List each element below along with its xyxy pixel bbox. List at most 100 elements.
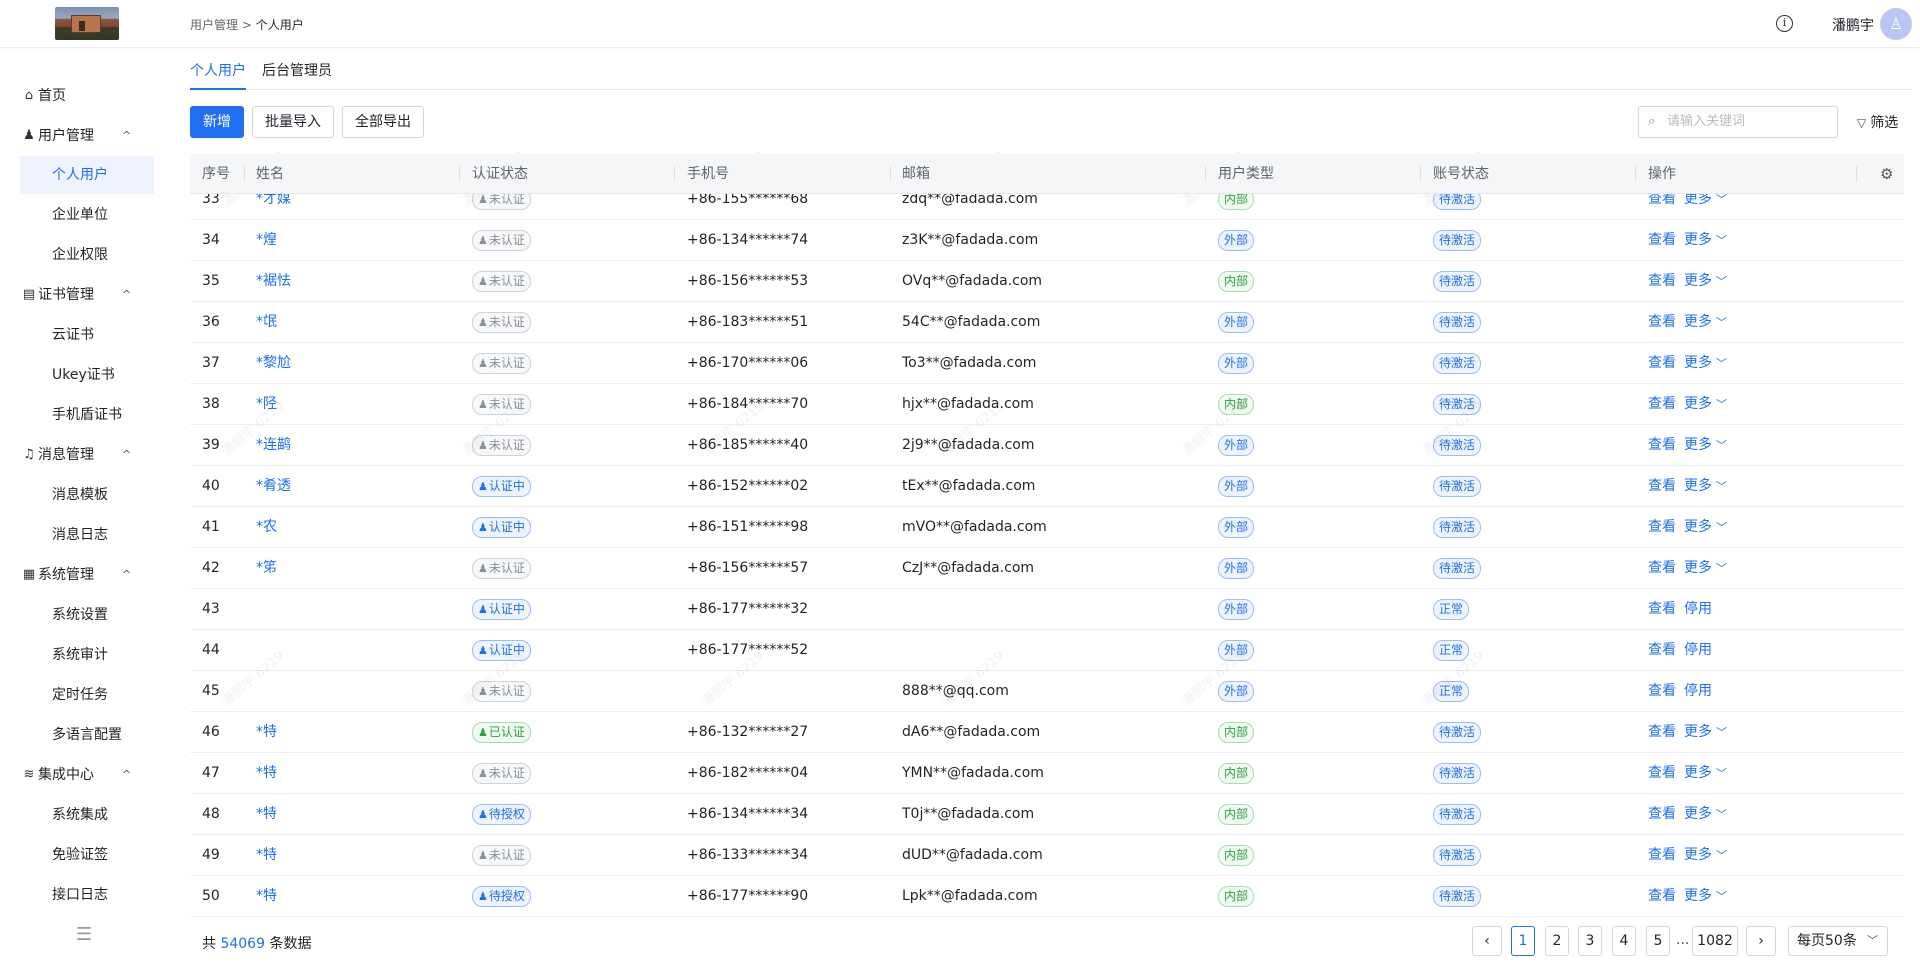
- sidebar-item-home[interactable]: ⌂ 首页: [20, 77, 154, 115]
- page-5-button[interactable]: 5: [1646, 926, 1670, 956]
- view-link[interactable]: 查看: [1648, 630, 1676, 670]
- view-link[interactable]: 查看: [1648, 753, 1676, 793]
- sidebar-group-user-management[interactable]: ♟ 用户管理 ^: [20, 117, 154, 155]
- user-name-link[interactable]: *裾怯: [256, 261, 291, 301]
- view-link[interactable]: 查看: [1648, 876, 1676, 916]
- more-menu-link[interactable]: 更多 ﹀: [1684, 384, 1727, 425]
- page-4-button[interactable]: 4: [1612, 926, 1636, 956]
- page-size-select[interactable]: 每页50条 ﹀: [1788, 926, 1888, 956]
- sidebar-group-certificates[interactable]: ▤ 证书管理 ^: [20, 276, 154, 314]
- more-menu-link[interactable]: 更多 ﹀: [1684, 220, 1727, 261]
- sidebar-item-system-audit[interactable]: 系统审计: [20, 636, 154, 674]
- sidebar-item-cloud-cert[interactable]: 云证书: [20, 316, 154, 354]
- sidebar-item-enterprise-permissions[interactable]: 企业权限: [20, 236, 154, 274]
- view-link[interactable]: 查看: [1648, 302, 1676, 342]
- user-name-link[interactable]: *黎尬: [256, 343, 291, 383]
- sidebar-item-label: 消息管理: [38, 447, 94, 463]
- view-link[interactable]: 查看: [1648, 548, 1676, 588]
- search-input[interactable]: ⌕ 请输入关键词: [1638, 106, 1838, 138]
- user-name-link[interactable]: *特: [256, 712, 277, 752]
- gear-icon[interactable]: ⚙: [1880, 165, 1893, 183]
- more-menu-link[interactable]: 更多 ﹀: [1684, 753, 1727, 794]
- last-page-button[interactable]: 1082: [1692, 926, 1738, 956]
- more-menu-link[interactable]: 更多 ﹀: [1684, 466, 1727, 507]
- sidebar-item-scheduled-tasks[interactable]: 定时任务: [20, 676, 154, 714]
- user-name-link[interactable]: *特: [256, 835, 277, 875]
- sidebar-group-integration[interactable]: ≋ 集成中心 ^: [20, 756, 154, 794]
- page-3-button[interactable]: 3: [1578, 926, 1602, 956]
- view-link[interactable]: 查看: [1648, 466, 1676, 506]
- user-name-link[interactable]: *连鹋: [256, 425, 291, 465]
- page-1-button[interactable]: 1: [1511, 926, 1535, 956]
- more-menu-link[interactable]: 更多 ﹀: [1684, 302, 1727, 343]
- filter-button[interactable]: ▽ 筛选: [1857, 112, 1898, 132]
- row-number: 34: [202, 232, 220, 248]
- sidebar-item-ukey-cert[interactable]: Ukey证书: [20, 356, 154, 394]
- collapse-menu-icon[interactable]: ☰: [76, 924, 92, 945]
- more-menu-link[interactable]: 更多 ﹀: [1684, 425, 1727, 466]
- add-button[interactable]: 新增: [190, 106, 244, 138]
- view-link[interactable]: 查看: [1648, 671, 1676, 711]
- view-link[interactable]: 查看: [1648, 835, 1676, 875]
- sidebar-group-messages[interactable]: ♫ 消息管理 ^: [20, 436, 154, 474]
- table-row: 45 ♟未认证 888**@qq.com 外部 正常 查看 停用: [190, 671, 1904, 712]
- more-menu-link[interactable]: 更多 ﹀: [1684, 548, 1727, 589]
- view-link[interactable]: 查看: [1648, 425, 1676, 465]
- more-menu-link[interactable]: 更多 ﹀: [1684, 507, 1727, 548]
- breadcrumb-parent[interactable]: 用户管理: [190, 18, 238, 32]
- user-name[interactable]: 潘鹏宇: [1832, 15, 1874, 35]
- disable-link[interactable]: 停用: [1684, 630, 1712, 670]
- sidebar-group-system[interactable]: ▦ 系统管理 ^: [20, 556, 154, 594]
- prev-page-button[interactable]: ‹: [1472, 926, 1502, 956]
- sidebar-item-exempt-sign[interactable]: 免验证签: [20, 836, 154, 874]
- sidebar-item-api-logs[interactable]: 接口日志: [20, 876, 154, 914]
- total-prefix: 共: [202, 936, 216, 952]
- next-page-button[interactable]: ›: [1746, 926, 1776, 956]
- tab-personal-users[interactable]: 个人用户: [190, 60, 246, 90]
- view-link[interactable]: 查看: [1648, 712, 1676, 752]
- user-name-link[interactable]: *肴透: [256, 466, 291, 506]
- avatar[interactable]: ♙: [1880, 8, 1912, 40]
- user-name-link[interactable]: *笫: [256, 548, 277, 588]
- info-icon[interactable]: i: [1776, 15, 1793, 32]
- sidebar-item-system-integration[interactable]: 系统集成: [20, 796, 154, 834]
- sidebar-item-message-templates[interactable]: 消息模板: [20, 476, 154, 514]
- view-link[interactable]: 查看: [1648, 261, 1676, 301]
- page-2-button[interactable]: 2: [1545, 926, 1569, 956]
- sidebar-item-enterprises[interactable]: 企业单位: [20, 196, 154, 234]
- sidebar-item-personal-users[interactable]: 个人用户: [20, 156, 154, 194]
- tab-admins[interactable]: 后台管理员: [262, 60, 332, 90]
- more-menu-link[interactable]: 更多 ﹀: [1684, 835, 1727, 876]
- disable-link[interactable]: 停用: [1684, 589, 1712, 629]
- user-name-link[interactable]: *陉: [256, 384, 277, 424]
- user-name-link[interactable]: *氓: [256, 302, 277, 342]
- sidebar-item-message-logs[interactable]: 消息日志: [20, 516, 154, 554]
- batch-import-button[interactable]: 批量导入: [252, 106, 334, 138]
- total-number: 54069: [220, 936, 265, 952]
- view-link[interactable]: 查看: [1648, 507, 1676, 547]
- user-name-link[interactable]: *特: [256, 794, 277, 834]
- more-menu-link[interactable]: 更多 ﹀: [1684, 343, 1727, 384]
- more-menu-link[interactable]: 更多 ﹀: [1684, 712, 1727, 753]
- more-menu-link[interactable]: 更多 ﹀: [1684, 794, 1727, 835]
- user-name-link[interactable]: *煌: [256, 220, 277, 260]
- view-link[interactable]: 查看: [1648, 343, 1676, 383]
- email-cell: tEx**@fadada.com: [902, 478, 1036, 494]
- user-name-link[interactable]: *特: [256, 876, 277, 916]
- view-link[interactable]: 查看: [1648, 384, 1676, 424]
- view-link[interactable]: 查看: [1648, 589, 1676, 629]
- disable-link[interactable]: 停用: [1684, 671, 1712, 711]
- view-link[interactable]: 查看: [1648, 794, 1676, 834]
- sidebar-item-phone-shield-cert[interactable]: 手机盾证书: [20, 396, 154, 434]
- user-name-link[interactable]: *特: [256, 753, 277, 793]
- export-all-button[interactable]: 全部导出: [342, 106, 424, 138]
- sidebar-item-i18n-config[interactable]: 多语言配置: [20, 716, 154, 754]
- view-link[interactable]: 查看: [1648, 220, 1676, 260]
- more-menu-link[interactable]: 更多 ﹀: [1684, 876, 1727, 917]
- user-name-link[interactable]: *农: [256, 507, 277, 547]
- sidebar-item-system-settings[interactable]: 系统设置: [20, 596, 154, 634]
- auth-status-badge: ♟未认证: [472, 558, 531, 579]
- more-menu-link[interactable]: 更多 ﹀: [1684, 261, 1727, 302]
- email-cell: OVq**@fadada.com: [902, 273, 1043, 289]
- logo[interactable]: [55, 7, 119, 40]
